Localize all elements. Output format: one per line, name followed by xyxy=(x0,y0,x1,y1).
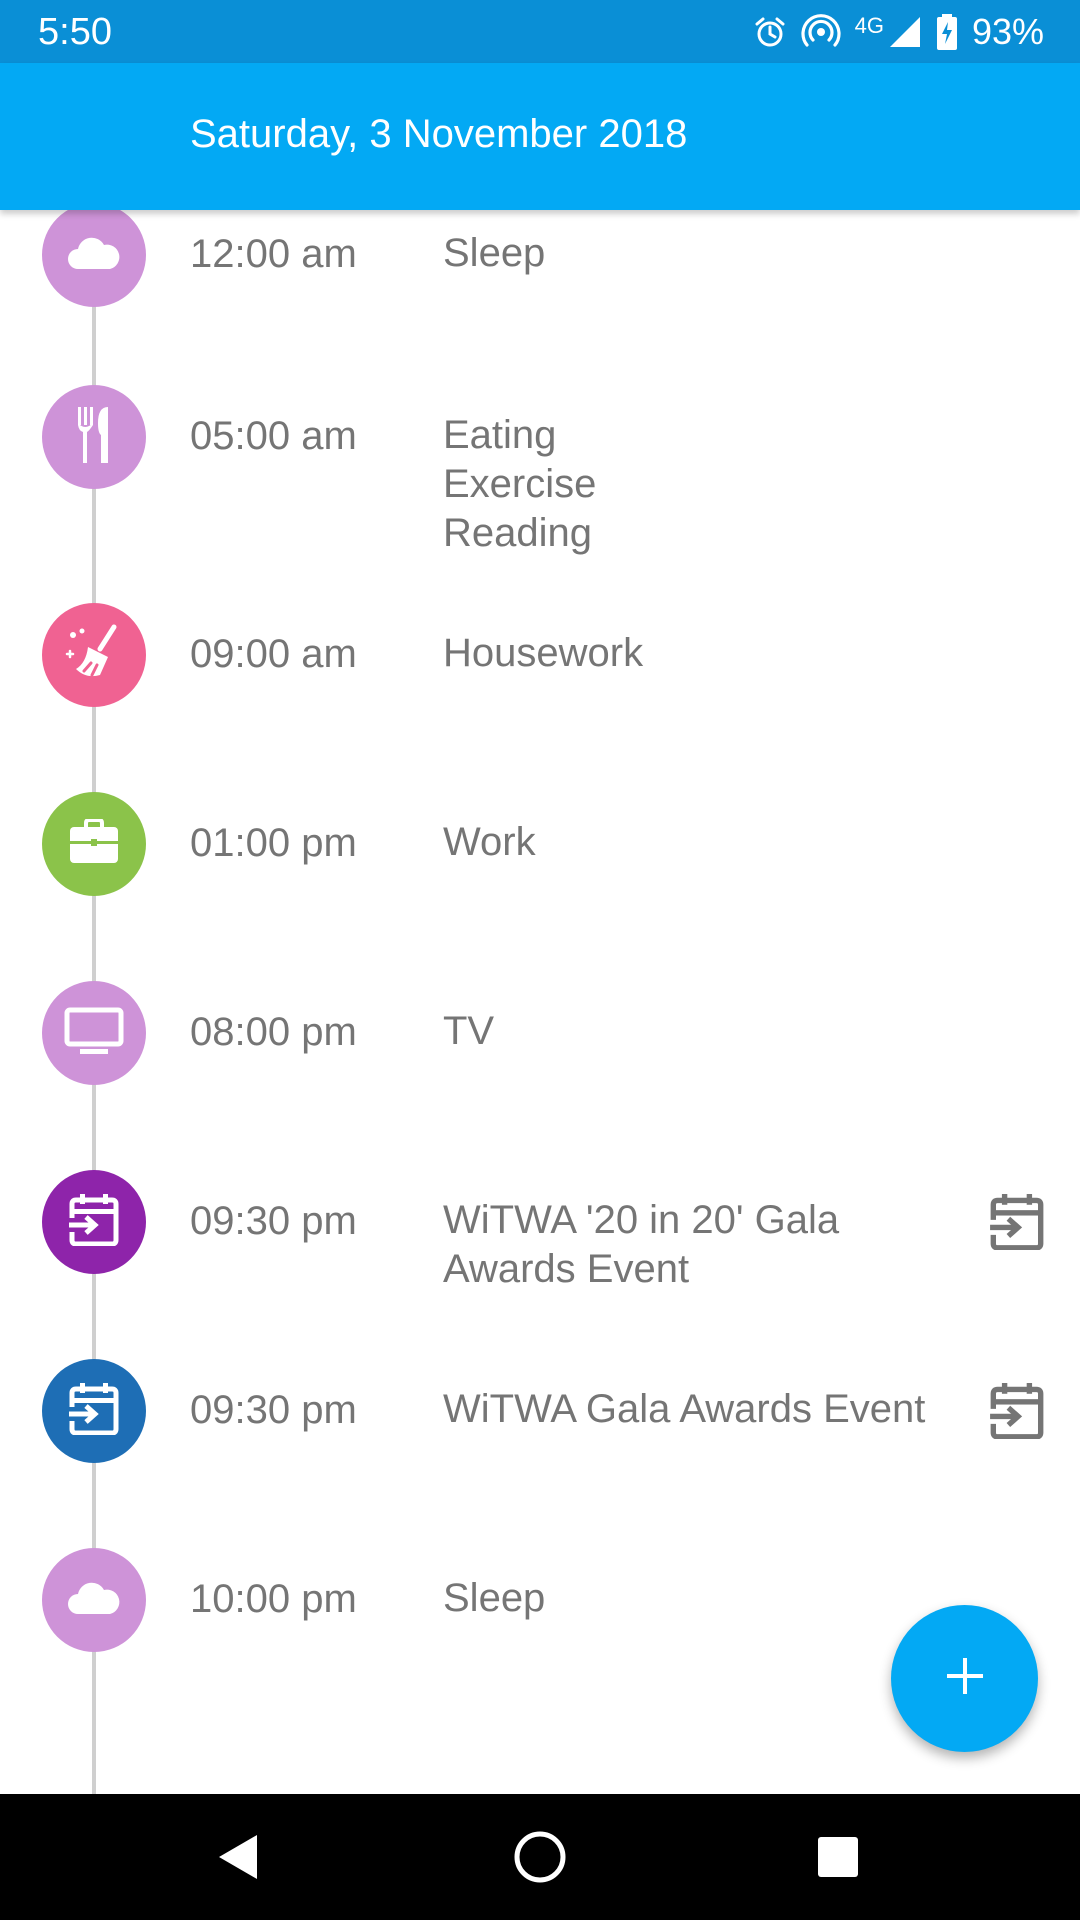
activity-circle xyxy=(42,792,146,896)
item-label: Sleep xyxy=(443,231,546,275)
item-label: WiTWA '20 in 20' Gala xyxy=(443,1198,840,1242)
fork-knife-icon xyxy=(74,405,114,470)
item-label: Awards Event xyxy=(443,1247,690,1291)
timeline-list[interactable]: 12:00 am Sleep 05:00 am Eating Exercise … xyxy=(0,210,1080,1794)
activity-circle xyxy=(42,1359,146,1463)
battery-percentage: 93% xyxy=(971,11,1044,52)
calendar-import-icon xyxy=(69,1193,119,1251)
item-label: Reading xyxy=(443,511,593,555)
signal-icon xyxy=(888,15,922,49)
cloud-icon xyxy=(64,1578,124,1623)
calendar-import-icon[interactable] xyxy=(990,1194,1044,1251)
activity-circle xyxy=(42,1170,146,1274)
item-label: TV xyxy=(443,1009,495,1053)
item-label: Sleep xyxy=(443,1576,546,1620)
recents-icon[interactable] xyxy=(808,1827,868,1887)
item-time: 12:00 am xyxy=(190,232,357,276)
activity-circle xyxy=(42,385,146,489)
back-icon[interactable] xyxy=(209,1827,269,1887)
item-labels: Work xyxy=(443,818,963,867)
add-button[interactable] xyxy=(891,1605,1038,1752)
item-labels: Sleep xyxy=(443,229,963,278)
status-bar: 5:50 4G 93% xyxy=(0,0,1080,63)
item-time: 05:00 am xyxy=(190,414,357,458)
timeline-item-sleep[interactable]: 12:00 am Sleep xyxy=(0,210,1080,393)
timeline-item-tv[interactable]: 08:00 pm TV xyxy=(0,981,1080,1171)
item-labels: Housework xyxy=(443,629,963,678)
item-time: 09:30 pm xyxy=(190,1388,357,1432)
item-time: 09:00 am xyxy=(190,632,357,676)
item-label: Work xyxy=(443,820,536,864)
activity-circle xyxy=(42,1548,146,1652)
app-bar: Saturday, 3 November 2018 xyxy=(0,63,1080,210)
calendar-import-icon xyxy=(69,1382,119,1440)
item-time: 01:00 pm xyxy=(190,821,357,865)
timeline-item-gala-event[interactable]: 09:30 pm WiTWA '20 in 20' Gala Awards Ev… xyxy=(0,1170,1080,1360)
timeline-item-eating[interactable]: 05:00 am Eating Exercise Reading xyxy=(0,385,1080,575)
cloud-icon xyxy=(64,233,124,278)
item-labels: Sleep xyxy=(443,1574,963,1623)
timeline-item-housework[interactable]: 09:00 am Housework xyxy=(0,603,1080,793)
item-labels: WiTWA '20 in 20' Gala Awards Event xyxy=(443,1196,963,1294)
item-label: WiTWA Gala Awards Event xyxy=(443,1387,926,1431)
item-time: 08:00 pm xyxy=(190,1010,357,1054)
plus-icon xyxy=(945,1656,985,1701)
alarm-icon xyxy=(753,15,787,49)
system-nav-bar xyxy=(0,1794,1080,1920)
calendar-import-icon[interactable] xyxy=(990,1383,1044,1440)
network-type: 4G xyxy=(854,13,884,38)
battery-charging-icon xyxy=(936,14,958,50)
item-labels: Eating Exercise Reading xyxy=(443,411,963,558)
status-time: 5:50 xyxy=(38,11,112,53)
tv-icon xyxy=(64,1007,124,1060)
item-time: 09:30 pm xyxy=(190,1199,357,1243)
hotspot-icon xyxy=(801,14,841,50)
activity-circle xyxy=(42,210,146,307)
page-title: Saturday, 3 November 2018 xyxy=(190,112,688,156)
item-label: Eating xyxy=(443,413,557,457)
activity-circle xyxy=(42,603,146,707)
item-labels: WiTWA Gala Awards Event xyxy=(443,1385,963,1434)
timeline-item-work[interactable]: 01:00 pm Work xyxy=(0,792,1080,982)
timeline-item-gala-event-2[interactable]: 09:30 pm WiTWA Gala Awards Event xyxy=(0,1359,1080,1549)
briefcase-icon xyxy=(68,817,120,870)
item-time: 10:00 pm xyxy=(190,1577,357,1621)
activity-circle xyxy=(42,981,146,1085)
item-labels: TV xyxy=(443,1007,963,1056)
item-label: Housework xyxy=(443,631,644,675)
broom-icon xyxy=(64,623,124,688)
home-icon[interactable] xyxy=(510,1827,570,1887)
item-label: Exercise xyxy=(443,462,597,506)
status-icons: 4G 93% xyxy=(739,8,1044,56)
